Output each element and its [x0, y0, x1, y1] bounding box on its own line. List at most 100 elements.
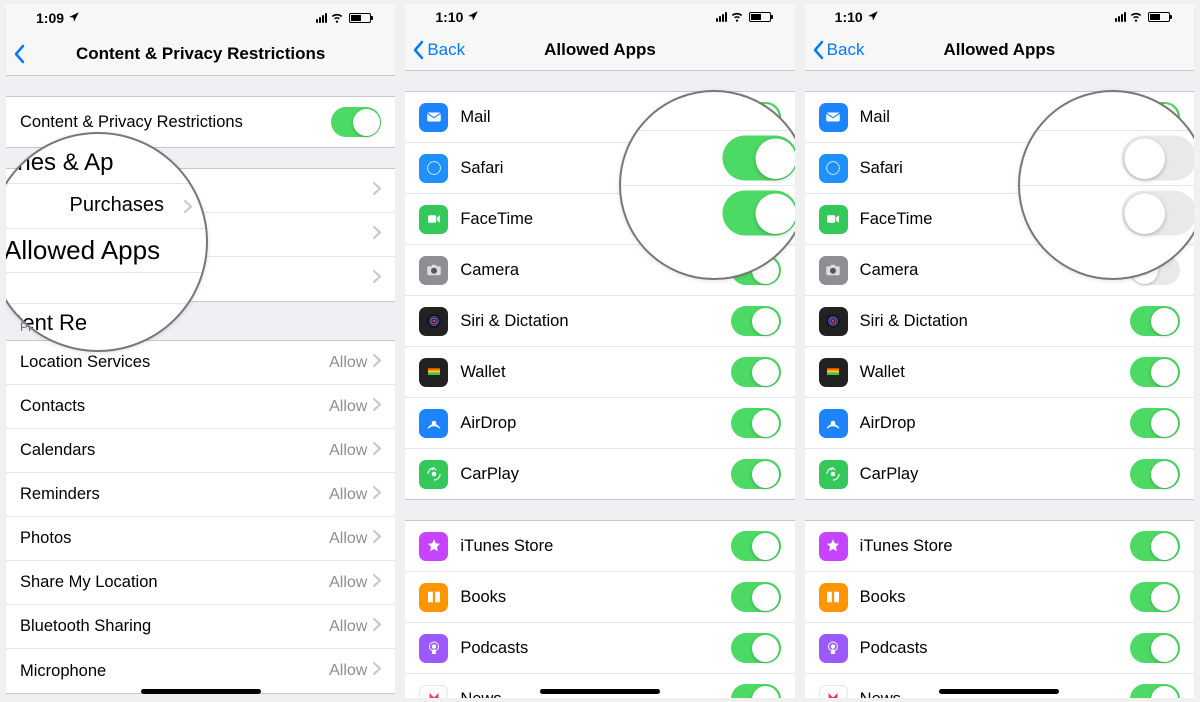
toggle-carplay[interactable]: [731, 459, 781, 489]
privacy-row-calendars[interactable]: CalendarsAllow: [6, 429, 395, 473]
app-row-news[interactable]: News: [805, 674, 1194, 698]
app-row-itunes-store[interactable]: iTunes Store: [805, 521, 1194, 572]
toggle-itunes-store[interactable]: [731, 531, 781, 561]
app-row-siri-dictation[interactable]: Siri & Dictation: [805, 296, 1194, 347]
page-title: Allowed Apps: [813, 40, 1186, 60]
app-row-podcasts[interactable]: Podcasts: [805, 623, 1194, 674]
toggle-podcasts[interactable]: [1130, 633, 1180, 663]
signal-icon: [316, 13, 327, 23]
home-indicator[interactable]: [540, 689, 660, 694]
chevron-icon: [373, 182, 381, 200]
home-indicator[interactable]: [939, 689, 1059, 694]
privacy-row-photos[interactable]: PhotosAllow: [6, 517, 395, 561]
row-label: Photos: [20, 529, 329, 548]
chevron-icon: [373, 486, 381, 504]
app-label: Siri & Dictation: [460, 312, 730, 331]
chevron-icon: [373, 398, 381, 416]
toggle-wallet[interactable]: [731, 357, 781, 387]
back-label: Back: [427, 40, 465, 60]
app-row-news[interactable]: News: [405, 674, 794, 698]
wifi-icon: [730, 9, 744, 26]
app-row-wallet[interactable]: Wallet: [805, 347, 1194, 398]
safari-icon: [819, 154, 848, 183]
app-row-books[interactable]: Books: [805, 572, 1194, 623]
camera-icon: [819, 256, 848, 285]
app-row-books[interactable]: Books: [405, 572, 794, 623]
nav-bar: Back Allowed Apps: [405, 30, 794, 71]
safari-icon: [419, 154, 448, 183]
back-button[interactable]: [12, 44, 26, 64]
star-icon: [819, 532, 848, 561]
nav-bar: Back Allowed Apps: [805, 30, 1194, 71]
app-row-siri-dictation[interactable]: Siri & Dictation: [405, 296, 794, 347]
mag-allowed-apps-label: Allowed Apps: [6, 228, 206, 273]
row-label: Content & Privacy Restrictions: [20, 113, 331, 132]
battery-icon: [1148, 12, 1170, 22]
phone-screen-3: 1:10 Back Allowed Apps MailSafariFaceTim…: [805, 4, 1194, 698]
toggle-airdrop[interactable]: [731, 408, 781, 438]
toggle-wallet[interactable]: [1130, 357, 1180, 387]
carplay-icon: [819, 460, 848, 489]
row-value: Allow: [329, 530, 367, 548]
book-icon: [819, 583, 848, 612]
app-row-carplay[interactable]: CarPlay: [805, 449, 1194, 499]
toggle-carplay[interactable]: [1130, 459, 1180, 489]
app-label: iTunes Store: [460, 537, 730, 556]
toggle-books[interactable]: [1130, 582, 1180, 612]
privacy-row-reminders[interactable]: RemindersAllow: [6, 473, 395, 517]
row-value: Allow: [329, 442, 367, 460]
home-indicator[interactable]: [141, 689, 261, 694]
camera-icon: [419, 256, 448, 285]
privacy-row-microphone[interactable]: MicrophoneAllow: [6, 649, 395, 693]
toggle-books[interactable]: [731, 582, 781, 612]
row-value: Allow: [329, 486, 367, 504]
privacy-row-contacts[interactable]: ContactsAllow: [6, 385, 395, 429]
podcast-icon: [819, 634, 848, 663]
app-label: Books: [460, 588, 730, 607]
status-bar: 1:09: [6, 4, 395, 32]
mail-icon: [819, 103, 848, 132]
privacy-row-bluetooth-sharing[interactable]: Bluetooth SharingAllow: [6, 605, 395, 649]
app-row-airdrop[interactable]: AirDrop: [805, 398, 1194, 449]
location-arrow-icon: [64, 10, 80, 26]
status-bar: 1:10: [805, 4, 1194, 30]
toggle-itunes-store[interactable]: [1130, 531, 1180, 561]
app-row-wallet[interactable]: Wallet: [405, 347, 794, 398]
toggle-siri-dictation[interactable]: [731, 306, 781, 336]
siri-icon: [819, 307, 848, 336]
podcast-icon: [419, 634, 448, 663]
toggle-news[interactable]: [1130, 684, 1180, 698]
app-row-itunes-store[interactable]: iTunes Store: [405, 521, 794, 572]
status-icons: [1115, 9, 1170, 26]
content-privacy-toggle[interactable]: [331, 107, 381, 137]
star-icon: [419, 532, 448, 561]
app-row-airdrop[interactable]: AirDrop: [405, 398, 794, 449]
back-label: Back: [827, 40, 865, 60]
back-button[interactable]: Back: [811, 40, 865, 60]
privacy-row-location-services[interactable]: Location ServicesAllow: [6, 341, 395, 385]
news-icon: [819, 685, 848, 698]
row-value: Allow: [329, 618, 367, 636]
chevron-icon: [373, 662, 381, 680]
chevron-icon: [373, 354, 381, 372]
mag-label: Purchases: [70, 194, 165, 217]
app-row-carplay[interactable]: CarPlay: [405, 449, 794, 499]
status-bar: 1:10: [405, 4, 794, 30]
toggle-airdrop[interactable]: [1130, 408, 1180, 438]
status-time: 1:10: [435, 9, 463, 25]
signal-icon: [716, 12, 727, 22]
row-label: Contacts: [20, 397, 329, 416]
siri-icon: [419, 307, 448, 336]
toggle-camera-mag: [722, 191, 795, 236]
chevron-icon: [373, 442, 381, 460]
toggle-siri-dictation[interactable]: [1130, 306, 1180, 336]
back-button[interactable]: Back: [411, 40, 465, 60]
app-label: AirDrop: [460, 414, 730, 433]
app-row-podcasts[interactable]: Podcasts: [405, 623, 794, 674]
privacy-row-share-my-location[interactable]: Share My LocationAllow: [6, 561, 395, 605]
app-label: Podcasts: [460, 639, 730, 658]
toggle-podcasts[interactable]: [731, 633, 781, 663]
row-value: Allow: [329, 662, 367, 680]
toggle-news[interactable]: [731, 684, 781, 698]
chevron-icon: [184, 192, 192, 220]
